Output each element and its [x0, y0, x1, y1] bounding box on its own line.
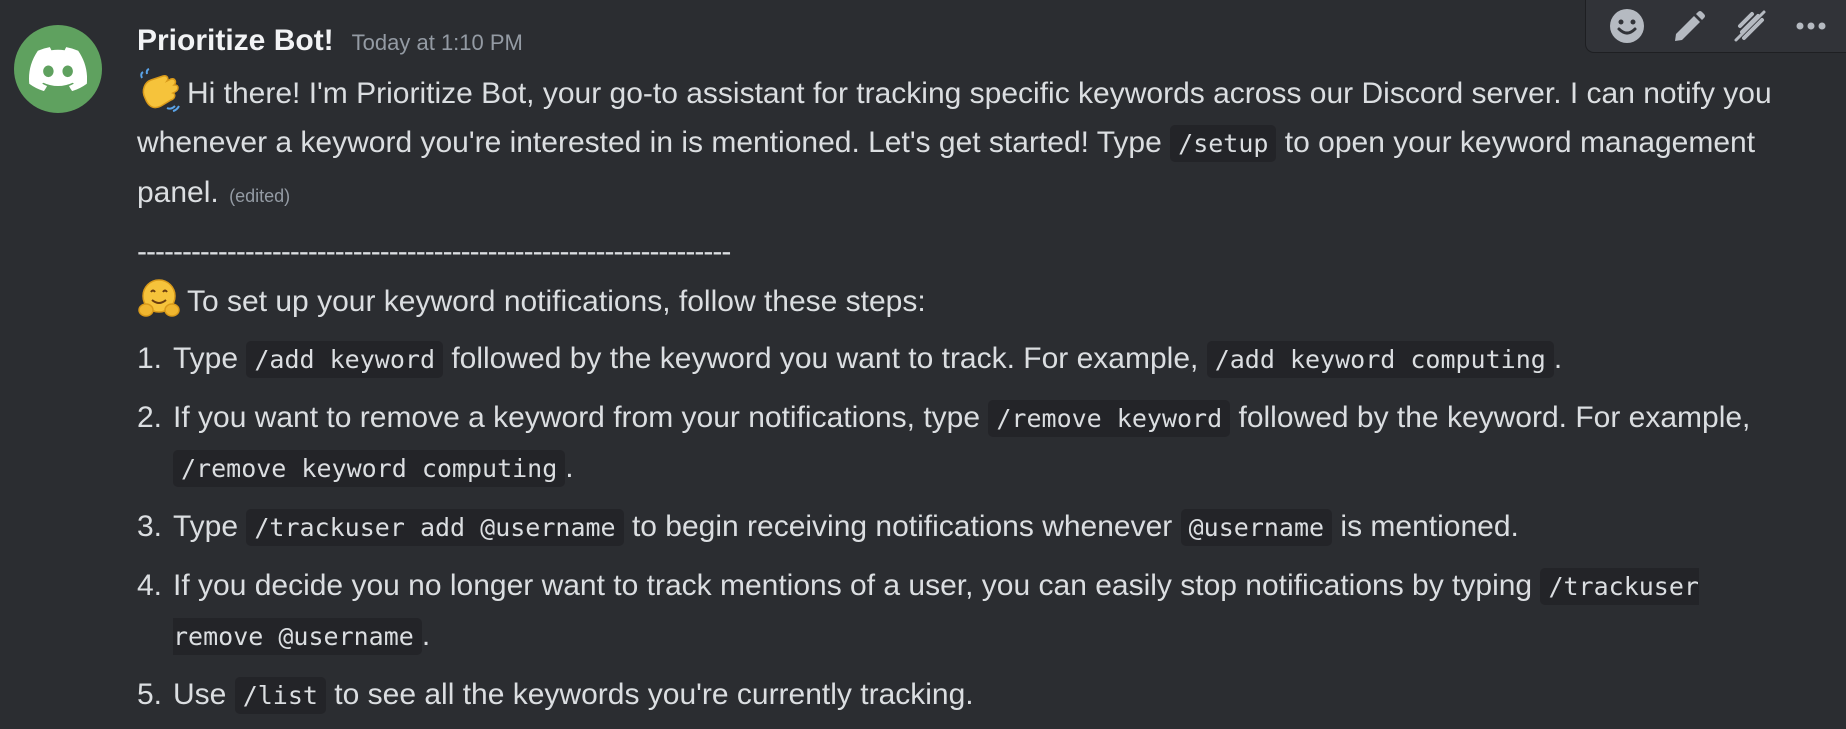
- message-header: Prioritize Bot! Today at 1:10 PM: [137, 24, 523, 68]
- step-text-part: is mentioned.: [1332, 510, 1519, 543]
- edit-icon: [1675, 11, 1706, 41]
- step-command: /add keyword: [246, 341, 443, 378]
- step-command: /trackuser add @username: [246, 509, 624, 546]
- step-text-part: Type: [173, 342, 247, 375]
- list-item: 5. Use /list to see all the keywords you…: [137, 670, 1777, 720]
- steps-intro: To set up your keyword notifications, fo…: [137, 276, 1777, 326]
- mention-code: @username: [1180, 509, 1333, 546]
- clear-components-icon: [1734, 10, 1766, 42]
- step-text: Type /add keyword followed by the keywor…: [173, 334, 1777, 384]
- edited-label[interactable]: (edited): [229, 186, 290, 206]
- steps-intro-text: To set up your keyword notifications, fo…: [187, 285, 926, 318]
- more-options-button[interactable]: [1785, 3, 1837, 49]
- more-icon: [1796, 22, 1826, 30]
- message-hover-toolbar: [1586, 0, 1846, 52]
- waving-hand-icon: [140, 68, 180, 112]
- list-item: 1. Type /add keyword followed by the key…: [137, 334, 1777, 384]
- edit-button[interactable]: [1662, 3, 1714, 49]
- avatar[interactable]: [14, 25, 102, 113]
- steps-list: 1. Type /add keyword followed by the key…: [137, 334, 1777, 720]
- divider-line: ----------------------------------------…: [137, 235, 731, 268]
- step-text-part: If you want to remove a keyword from you…: [173, 401, 989, 434]
- step-text-part: to begin receiving notifications wheneve…: [623, 510, 1181, 543]
- add-reaction-button[interactable]: [1601, 3, 1653, 49]
- step-command: /remove keyword: [988, 400, 1231, 437]
- step-text-part: .: [421, 619, 431, 652]
- step-text-part: to see all the keywords you're currently…: [325, 678, 974, 711]
- message-content: Hi there! I'm Prioritize Bot, your go-to…: [137, 68, 1777, 729]
- intro-paragraph: Hi there! I'm Prioritize Bot, your go-to…: [137, 68, 1777, 221]
- step-number: 5.: [137, 678, 163, 711]
- step-text-part: followed by the keyword. For example,: [1230, 401, 1751, 434]
- step-number: 1.: [137, 342, 163, 375]
- step-text: If you want to remove a keyword from you…: [173, 393, 1777, 493]
- step-number: 2.: [137, 401, 163, 434]
- list-item: 3. Type /trackuser add @username to begi…: [137, 502, 1777, 552]
- message-timestamp[interactable]: Today at 1:10 PM: [352, 30, 523, 56]
- step-text-part: If you decide you no longer want to trac…: [173, 569, 1541, 602]
- author-name[interactable]: Prioritize Bot!: [137, 24, 334, 58]
- clear-components-button[interactable]: [1724, 3, 1776, 49]
- step-text: Type /trackuser add @username to begin r…: [173, 502, 1777, 552]
- setup-command: /setup: [1170, 125, 1277, 162]
- step-text-part: followed by the keyword you want to trac…: [443, 342, 1207, 375]
- step-text-part: .: [1553, 342, 1563, 375]
- step-number: 3.: [137, 510, 163, 543]
- step-number: 4.: [137, 569, 163, 602]
- step-text-part: Use: [173, 678, 235, 711]
- step-text: Use /list to see all the keywords you're…: [173, 670, 1777, 720]
- step-text-part: .: [565, 451, 574, 484]
- step-command: /remove keyword computing: [173, 450, 566, 487]
- add-reaction-icon: [1609, 9, 1644, 43]
- list-item: 2. If you want to remove a keyword from …: [137, 393, 1777, 493]
- step-text: If you decide you no longer want to trac…: [173, 561, 1777, 661]
- discord-logo-icon: [29, 47, 87, 91]
- step-text-part: Type: [173, 510, 247, 543]
- hugging-face-icon: [138, 279, 180, 317]
- step-command: /list: [234, 677, 326, 714]
- step-command: /add keyword computing: [1206, 341, 1554, 378]
- list-item: 4. If you decide you no longer want to t…: [137, 561, 1777, 661]
